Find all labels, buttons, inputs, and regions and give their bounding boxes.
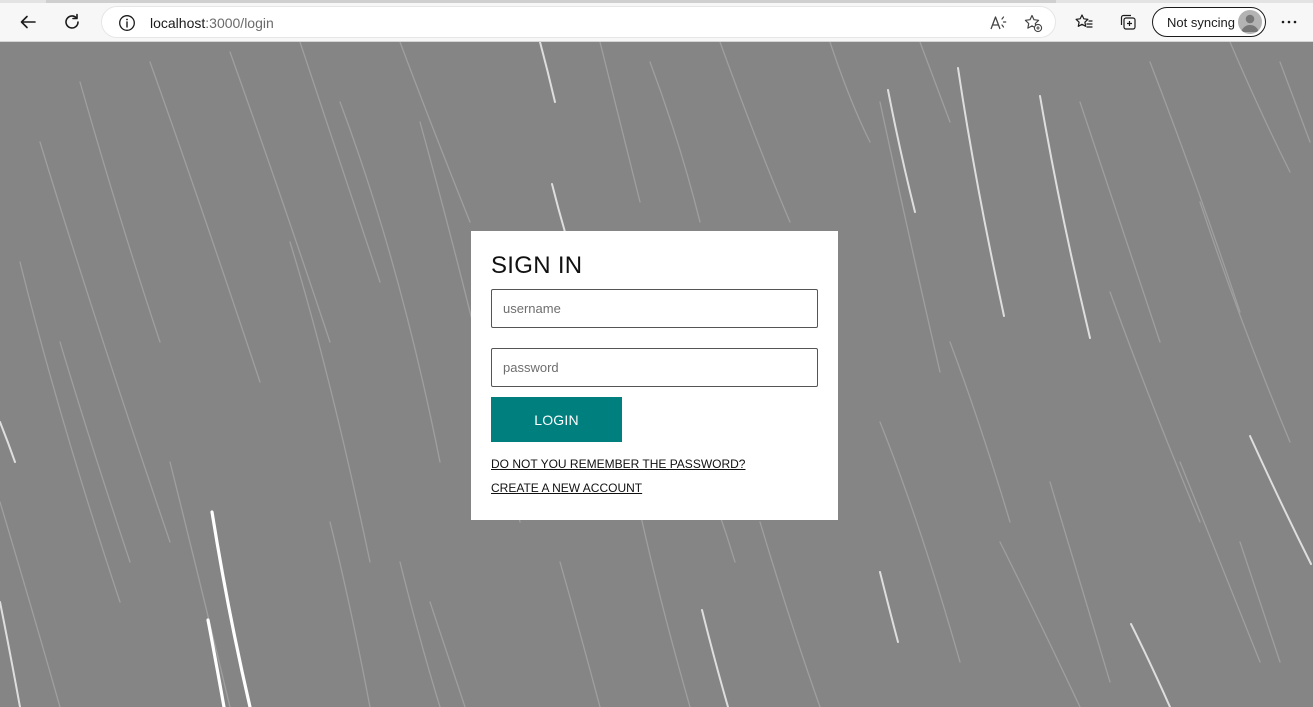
refresh-icon bbox=[65, 13, 79, 29]
back-button[interactable] bbox=[13, 7, 43, 37]
browser-toolbar: localhost:3000/login Not syncing bbox=[0, 0, 1313, 42]
address-bar[interactable]: localhost:3000/login bbox=[101, 6, 1056, 38]
username-input[interactable] bbox=[491, 289, 818, 328]
url-path: :3000/login bbox=[205, 15, 274, 31]
sign-in-title: SIGN IN bbox=[491, 252, 583, 279]
active-tab-indicator bbox=[46, 0, 1056, 3]
login-button[interactable]: LOGIN bbox=[491, 397, 622, 442]
collections-icon bbox=[1120, 14, 1136, 30]
forgot-password-link[interactable]: DO NOT YOU REMEMBER THE PASSWORD? bbox=[491, 457, 745, 471]
login-page: SIGN IN LOGIN DO NOT YOU REMEMBER THE PA… bbox=[0, 42, 1313, 707]
arrow-left-icon bbox=[20, 15, 36, 29]
refresh-button[interactable] bbox=[57, 7, 87, 37]
sync-status-label: Not syncing bbox=[1167, 15, 1235, 30]
favorites-button[interactable] bbox=[1069, 7, 1099, 37]
more-button[interactable] bbox=[1274, 7, 1304, 37]
tab-strip bbox=[0, 0, 1313, 3]
login-card: SIGN IN LOGIN DO NOT YOU REMEMBER THE PA… bbox=[471, 231, 838, 520]
avatar-icon bbox=[1238, 10, 1262, 34]
url-host: localhost bbox=[150, 15, 206, 31]
collections-button[interactable] bbox=[1113, 7, 1143, 37]
create-account-link[interactable]: CREATE A NEW ACCOUNT bbox=[491, 481, 642, 495]
profile-sync-button[interactable]: Not syncing bbox=[1152, 7, 1266, 37]
read-aloud-icon[interactable] bbox=[988, 13, 1008, 33]
password-input[interactable] bbox=[491, 348, 818, 387]
add-favorite-icon[interactable] bbox=[1023, 13, 1043, 33]
more-icon bbox=[1281, 20, 1297, 24]
url-text[interactable]: localhost:3000/login bbox=[150, 15, 274, 31]
info-icon[interactable] bbox=[118, 14, 136, 32]
favorites-icon bbox=[1075, 14, 1093, 28]
